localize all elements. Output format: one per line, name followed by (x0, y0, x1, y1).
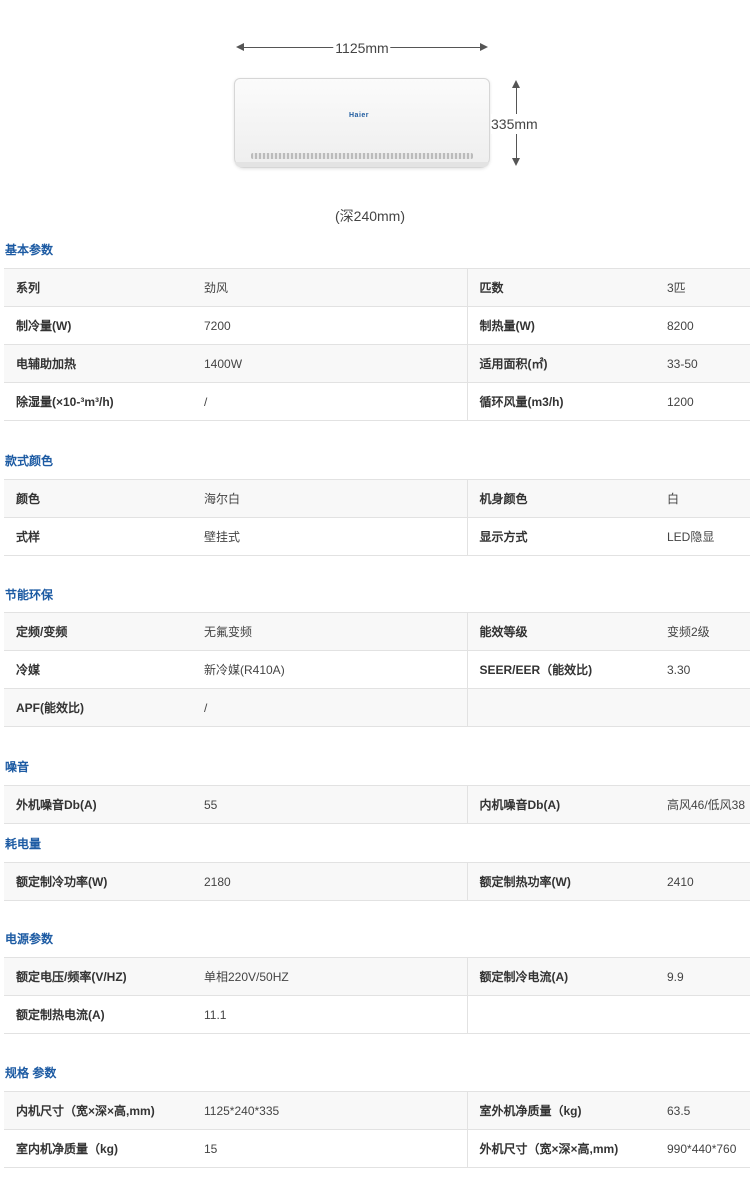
spec-value: 33-50 (655, 344, 750, 383)
table-row: 冷媒 新冷媒(R410A) SEER/EER（能效比) 3.30 (4, 650, 750, 689)
brand-logo: Haier (349, 112, 370, 119)
air-conditioner-indoor-unit-image: Haier (234, 78, 490, 168)
width-dimension-arrow: 1125mm (236, 38, 488, 58)
spec-value: 2410 (655, 862, 750, 901)
table-row: 额定制冷功率(W) 2180 额定制热功率(W) 2410 (4, 862, 750, 901)
table-row: 式样 壁挂式 显示方式 LED隐显 (4, 517, 750, 556)
spec-key: 额定制热功率(W) (466, 862, 655, 901)
spec-key: 室内机净质量（kg) (4, 1129, 192, 1168)
spec-table-noise: 外机噪音Db(A) 55 内机噪音Db(A) 高风46/低风38 (4, 785, 750, 824)
spec-key (466, 995, 655, 1034)
spec-table-specifications: 内机尺寸（宽×深×高,mm) 1125*240*335 室外机净质量（kg) 6… (4, 1091, 750, 1168)
spec-value: 1200 (655, 382, 750, 421)
air-vent (251, 153, 473, 159)
spec-value: 9.9 (655, 957, 750, 996)
spec-value: 新冷媒(R410A) (192, 650, 467, 689)
spec-table-style-color: 颜色 海尔白 机身颜色 白 式样 壁挂式 显示方式 LED隐显 (4, 479, 750, 556)
spec-value: 白 (655, 479, 750, 518)
spec-key: 额定制冷功率(W) (4, 862, 192, 901)
section-title-electrical: 电源参数 (5, 932, 54, 946)
table-row: APF(能效比) / (4, 688, 750, 727)
table-row: 系列 劲风 匹数 3匹 (4, 268, 750, 307)
spec-value: 变频2级 (655, 612, 750, 651)
section-title-energy: 节能环保 (5, 588, 54, 602)
spec-table-electrical: 额定电压/频率(V/HZ) 单相220V/50HZ 额定制冷电流(A) 9.9 … (4, 957, 750, 1034)
spec-key (466, 688, 655, 727)
spec-value: 3匹 (655, 268, 750, 307)
spec-value: 劲风 (192, 268, 467, 307)
spec-table-energy: 定频/变频 无氟变频 能效等级 变频2级 冷媒 新冷媒(R410A) SEER/… (4, 612, 750, 727)
spec-key: 内机噪音Db(A) (466, 785, 655, 824)
section-title-basic: 基本参数 (5, 243, 54, 257)
spec-key: 内机尺寸（宽×深×高,mm) (4, 1091, 192, 1130)
table-row: 颜色 海尔白 机身颜色 白 (4, 479, 750, 518)
spec-value (655, 995, 750, 1034)
spec-key: 能效等级 (466, 612, 655, 651)
spec-key: 电辅助加热 (4, 344, 192, 383)
spec-key: SEER/EER（能效比) (466, 650, 655, 689)
spec-key: 适用面积(㎡) (466, 344, 655, 383)
spec-value: / (192, 382, 467, 421)
spec-value: 壁挂式 (192, 517, 467, 556)
spec-value (655, 688, 750, 727)
section-title-noise: 噪音 (5, 760, 30, 774)
spec-value: 55 (192, 785, 467, 824)
section-title-power: 耗电量 (5, 837, 42, 851)
height-label: 335mm (491, 114, 538, 134)
spec-key: APF(能效比) (4, 688, 192, 727)
spec-value: 1125*240*335 (192, 1091, 467, 1130)
spec-value: 990*440*760 (655, 1129, 750, 1168)
table-row: 制冷量(W) 7200 制热量(W) 8200 (4, 306, 750, 345)
spec-value: 8200 (655, 306, 750, 345)
spec-value: 1400W (192, 344, 467, 383)
spec-table-power: 额定制冷功率(W) 2180 额定制热功率(W) 2410 (4, 862, 750, 901)
table-row: 外机噪音Db(A) 55 内机噪音Db(A) 高风46/低风38 (4, 785, 750, 824)
spec-value: 2180 (192, 862, 467, 901)
spec-value: 无氟变频 (192, 612, 467, 651)
spec-key: 额定制冷电流(A) (466, 957, 655, 996)
table-row: 额定制热电流(A) 11.1 (4, 995, 750, 1034)
spec-key: 颜色 (4, 479, 192, 518)
spec-table-basic: 系列 劲风 匹数 3匹 制冷量(W) 7200 制热量(W) 8200 电辅助加… (4, 268, 750, 421)
spec-key: 除湿量(×10-³m³/h) (4, 382, 192, 421)
spec-key: 外机尺寸（宽×深×高,mm) (466, 1129, 655, 1168)
spec-key: 定频/变频 (4, 612, 192, 651)
depth-label: (深240mm) (335, 208, 406, 224)
spec-key: 冷媒 (4, 650, 192, 689)
table-row: 电辅助加热 1400W 适用面积(㎡) 33-50 (4, 344, 750, 383)
spec-value: 单相220V/50HZ (192, 957, 467, 996)
spec-value: 15 (192, 1129, 467, 1168)
spec-key: 室外机净质量（kg) (466, 1091, 655, 1130)
spec-key: 显示方式 (466, 517, 655, 556)
spec-value: 海尔白 (192, 479, 467, 518)
section-title-specifications: 规格 参数 (5, 1066, 57, 1080)
width-label: 1125mm (333, 38, 391, 58)
spec-key: 制热量(W) (466, 306, 655, 345)
table-row: 额定电压/频率(V/HZ) 单相220V/50HZ 额定制冷电流(A) 9.9 (4, 957, 750, 996)
spec-value: 11.1 (192, 995, 467, 1034)
table-row: 定频/变频 无氟变频 能效等级 变频2级 (4, 612, 750, 651)
spec-key: 机身颜色 (466, 479, 655, 518)
spec-value: 3.30 (655, 650, 750, 689)
spec-key: 匹数 (466, 268, 655, 307)
spec-value: 高风46/低风38 (655, 785, 750, 824)
spec-value: / (192, 688, 467, 727)
spec-key: 式样 (4, 517, 192, 556)
spec-key: 外机噪音Db(A) (4, 785, 192, 824)
spec-key: 额定制热电流(A) (4, 995, 192, 1034)
spec-value: 63.5 (655, 1091, 750, 1130)
table-row: 内机尺寸（宽×深×高,mm) 1125*240*335 室外机净质量（kg) 6… (4, 1091, 750, 1130)
spec-value: LED隐显 (655, 517, 750, 556)
section-title-style-color: 款式颜色 (5, 454, 54, 468)
product-dimension-diagram: 1125mm Haier 335mm (深240mm) (0, 0, 750, 235)
spec-value: 7200 (192, 306, 467, 345)
table-row: 室内机净质量（kg) 15 外机尺寸（宽×深×高,mm) 990*440*760 (4, 1129, 750, 1168)
spec-key: 额定电压/频率(V/HZ) (4, 957, 192, 996)
spec-key: 制冷量(W) (4, 306, 192, 345)
table-row: 除湿量(×10-³m³/h) / 循环风量(m3/h) 1200 (4, 382, 750, 421)
spec-key: 循环风量(m3/h) (466, 382, 655, 421)
spec-key: 系列 (4, 268, 192, 307)
